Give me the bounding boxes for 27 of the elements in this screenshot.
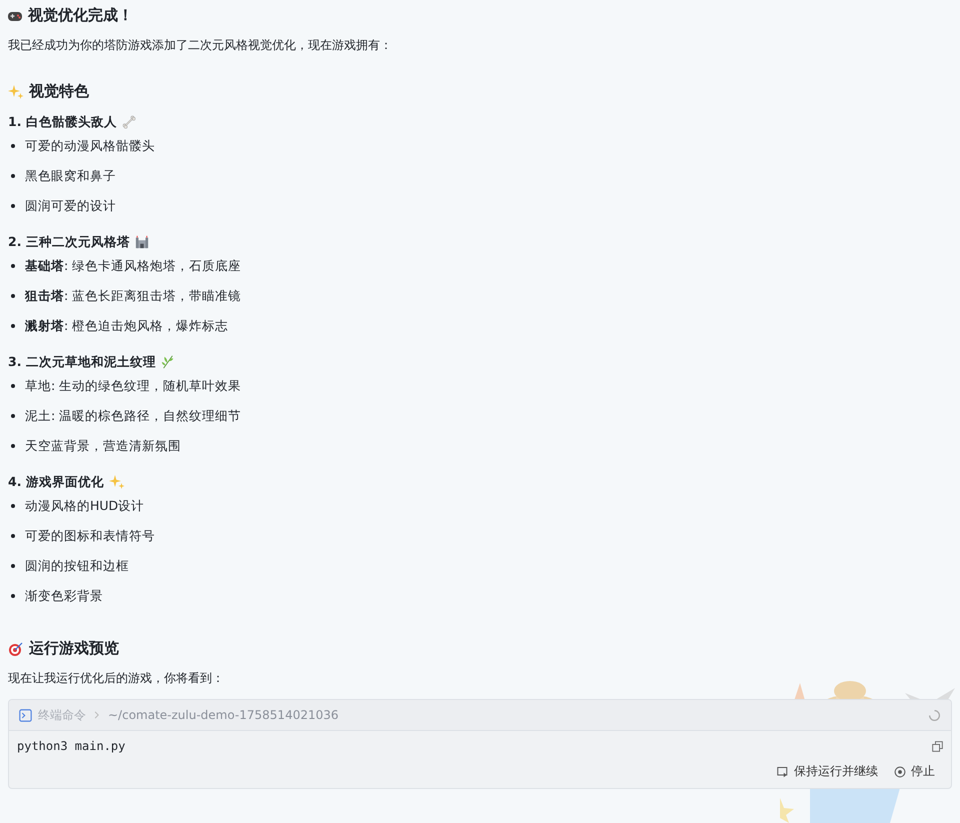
list-item-text: 渐变色彩背景	[25, 588, 103, 604]
list-item-text: 可爱的动漫风格骷髅头	[25, 138, 155, 154]
section-heading: 运行游戏预览	[29, 639, 119, 658]
list-item-text: 草地: 生动的绿色纹理，随机草叶效果	[25, 378, 242, 394]
list-item-text: 泥土: 温暖的棕色路径，自然纹理细节	[25, 408, 242, 424]
list-item-text: 动漫风格的HUD设计	[25, 498, 144, 514]
feature-title: 4. 游戏界面优化	[8, 474, 104, 490]
list-item-text: 黑色眼窝和鼻子	[25, 168, 116, 184]
terminal-label: 终端命令	[38, 706, 86, 724]
list-item-text: 狙击塔: 蓝色长距离狙击塔，带瞄准镜	[25, 288, 242, 304]
section-heading: 视觉特色	[29, 82, 89, 101]
list-item-text: 圆润的按钮和边框	[25, 558, 129, 574]
list-item-text: 天空蓝背景，营造清新氛围	[25, 438, 181, 454]
page-title: 视觉优化完成！	[28, 6, 133, 25]
feature-title: 1. 白色骷髅头敌人	[8, 114, 117, 130]
list-item-text: 基础塔: 绿色卡通风格炮塔，石质底座	[25, 258, 242, 274]
body-text: 现在让我运行优化后的游戏，你将看到：	[8, 670, 225, 687]
feature-title: 3. 二次元草地和泥土纹理	[8, 354, 156, 370]
feature-title: 2. 三种二次元风格塔	[8, 234, 130, 250]
stop-button[interactable]: 停止	[894, 763, 935, 780]
terminal-path: ~/comate-zulu-demo-1758514021036	[108, 708, 339, 722]
intro-text: 我已经成功为你的塔防游戏添加了二次元风格视觉优化，现在游戏拥有：	[8, 37, 393, 54]
list-item-text: 溅射塔: 橙色迫击炮风格，爆炸标志	[25, 318, 228, 334]
list-item-text: 圆润可爱的设计	[25, 198, 116, 214]
list-item-text: 可爱的图标和表情符号	[25, 528, 155, 544]
keep-running-button[interactable]: 保持运行并继续	[777, 763, 878, 780]
command-text: python3 main.py	[17, 739, 126, 753]
